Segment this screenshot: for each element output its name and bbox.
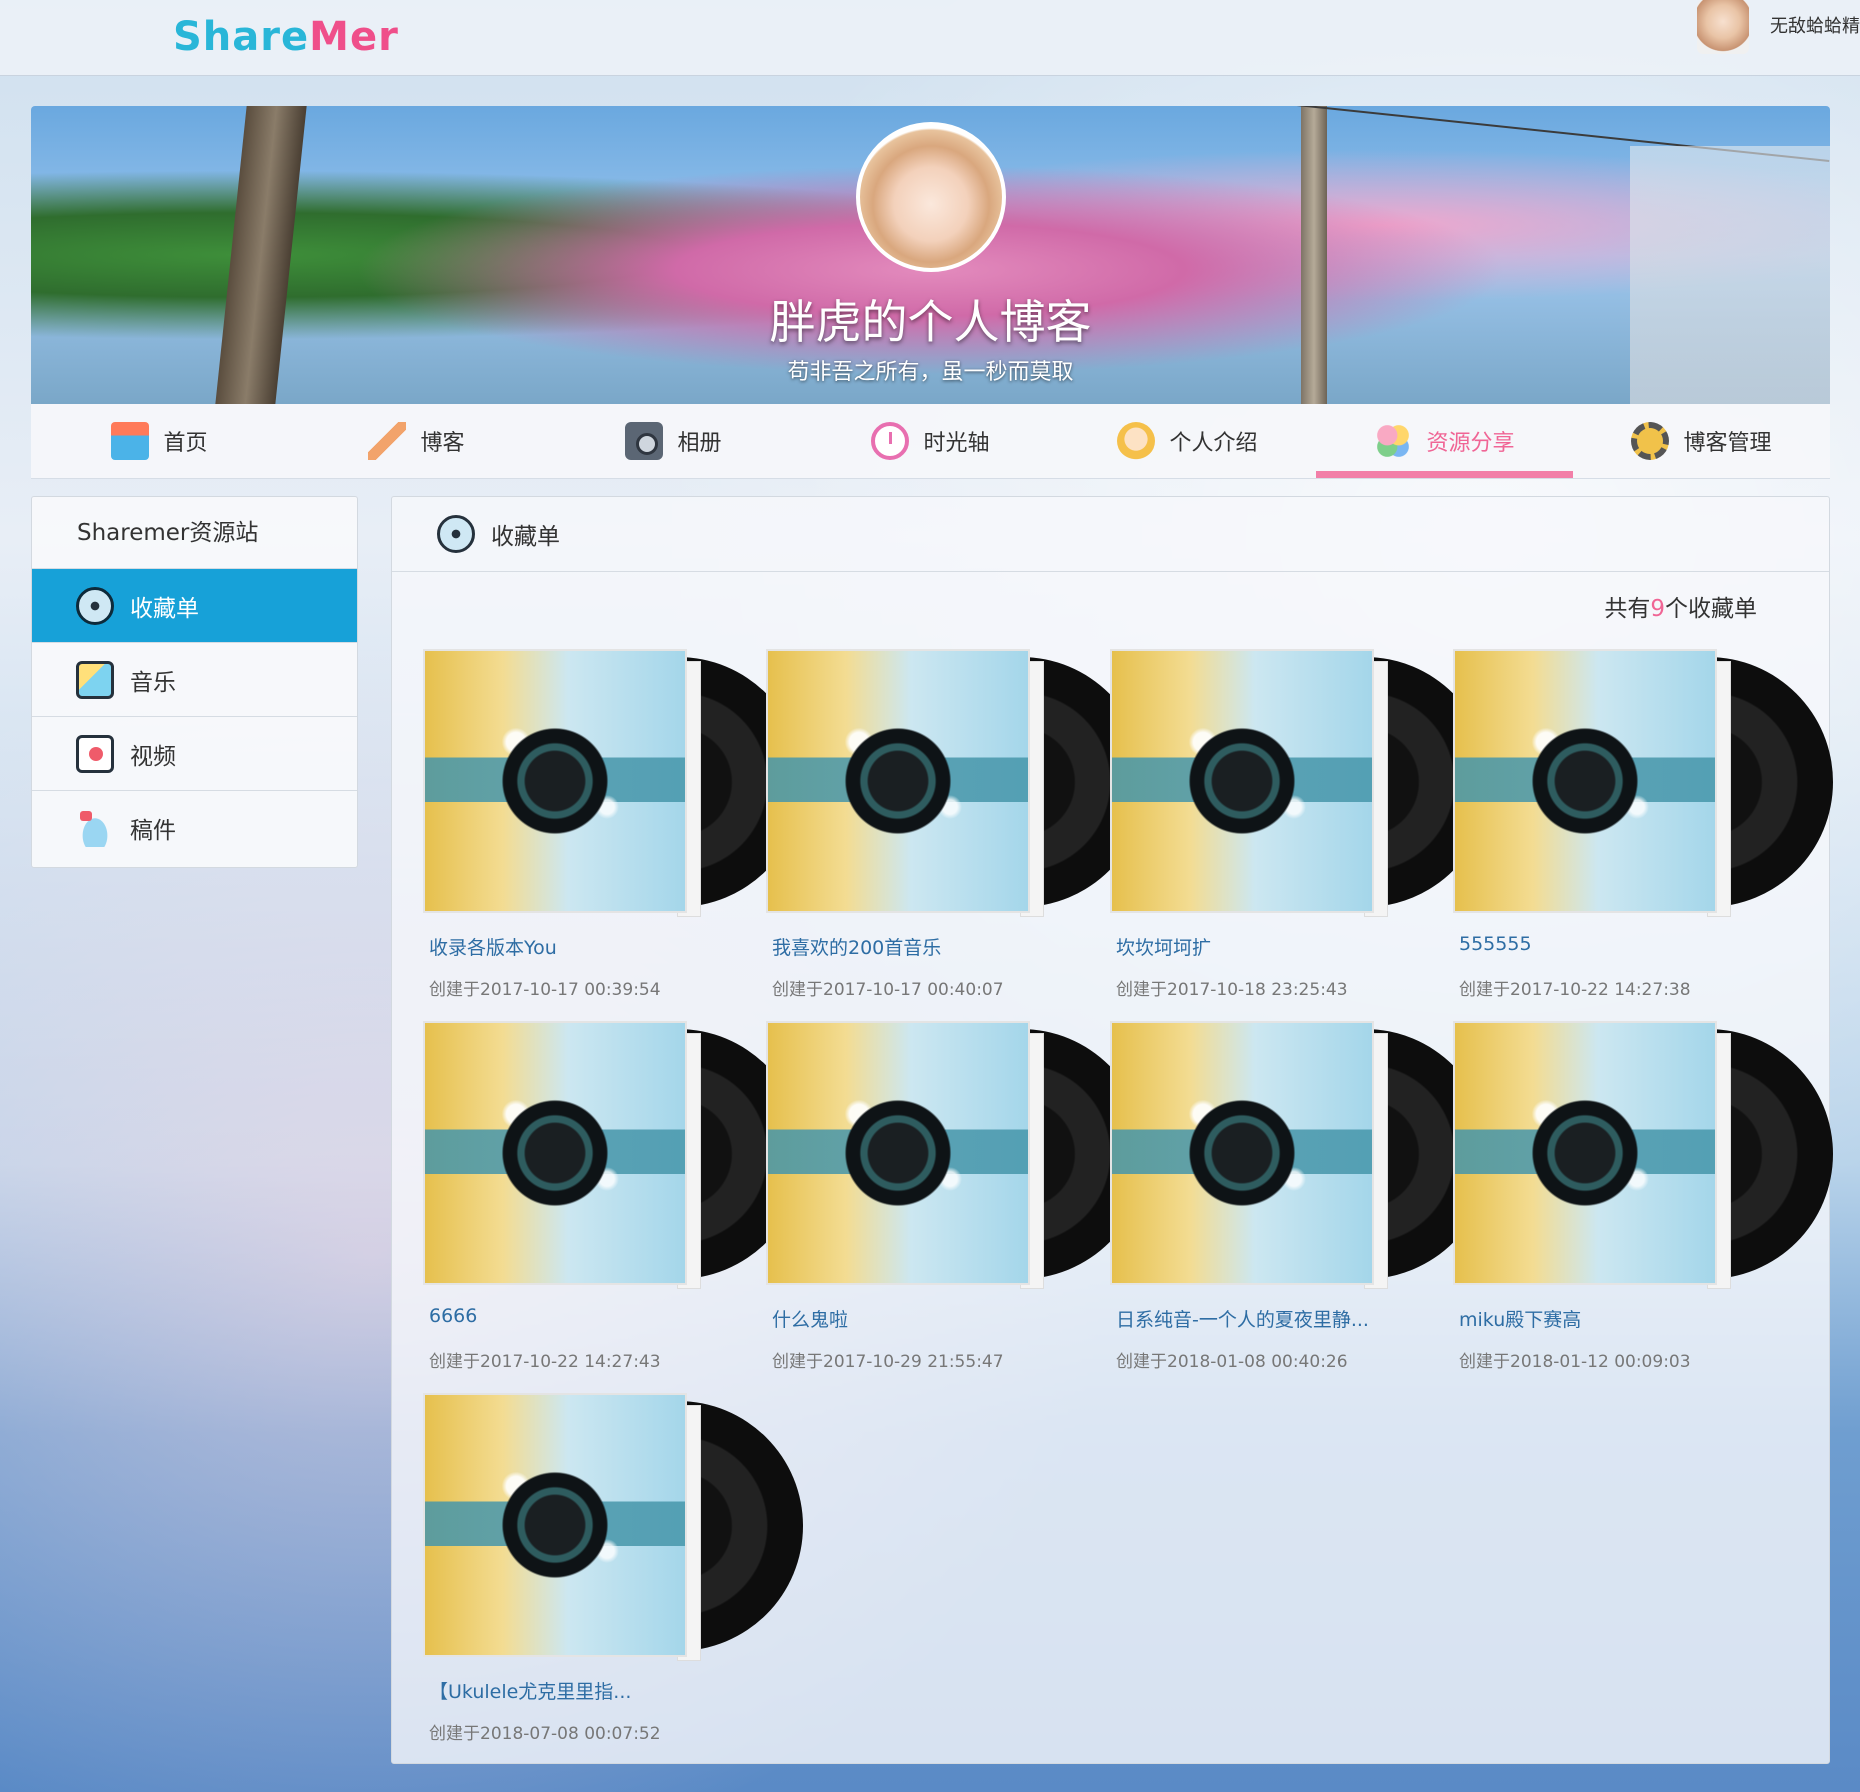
playlist-card[interactable]: 我喜欢的200首音乐 创建于2017-10-17 00:40:07 (766, 649, 1146, 1009)
playlist-card[interactable]: 555555 创建于2017-10-22 14:27:38 (1453, 649, 1833, 1009)
count-prefix: 共有 (1604, 596, 1651, 622)
sidebar-title: Sharemer资源站 (32, 497, 357, 569)
playlist-card[interactable]: 日系纯音-一个人的夏夜里静... 创建于2018-01-08 00:40:26 (1110, 1021, 1490, 1381)
feather-icon (368, 422, 407, 460)
music-icon (76, 660, 114, 699)
nav-item-resources[interactable]: 资源分享 (1316, 404, 1573, 478)
share-icon (1374, 422, 1413, 460)
playlist-title[interactable]: 555555 (1459, 933, 1532, 955)
blog-title: 胖虎的个人博客 (769, 295, 1092, 349)
playlist-title[interactable]: 【Ukulele尤克里里指... (429, 1677, 631, 1704)
playlist-title[interactable]: 收录各版本You (429, 933, 557, 960)
playlist-title[interactable]: miku殿下赛高 (1459, 1305, 1581, 1332)
user-avatar[interactable] (1697, 0, 1749, 54)
logo-text-share: Share (173, 14, 310, 60)
nav-item-label: 博客管理 (1683, 431, 1772, 456)
disc-icon (76, 586, 114, 625)
video-icon (76, 734, 114, 773)
nav-item-label: 个人介绍 (1169, 431, 1258, 456)
playlist-card[interactable]: miku殿下赛高 创建于2018-01-12 00:09:03 (1453, 1021, 1833, 1381)
nav-item-home[interactable]: 首页 (31, 404, 288, 478)
playlist-date: 创建于2018-01-12 00:09:03 (1459, 1352, 1691, 1372)
blog-motto: 苟非吾之所有，虽一秒而莫取 (787, 360, 1074, 385)
nav-item-about[interactable]: 个人介绍 (1059, 404, 1316, 478)
nav-item-timeline[interactable]: 时光轴 (802, 404, 1059, 478)
gear-icon (1631, 422, 1670, 460)
camera-icon (625, 422, 664, 460)
playlist-cover[interactable] (423, 1021, 687, 1285)
count-suffix: 个收藏单 (1665, 596, 1757, 622)
sidebar-item-video[interactable]: 视频 (32, 717, 357, 791)
nav-item-label: 时光轴 (923, 431, 990, 456)
nav-item-label: 首页 (163, 431, 208, 456)
playlist-date: 创建于2017-10-22 14:27:38 (1459, 980, 1691, 1000)
sidebar-item-label: 视频 (130, 743, 176, 770)
top-bar: ShareMer 无敌蛤蛤精 (0, 0, 1860, 76)
blog-banner: 胖虎的个人博客 苟非吾之所有，虽一秒而莫取 (31, 106, 1830, 404)
clock-icon (871, 422, 910, 460)
cloud-icon (76, 809, 114, 847)
nav-item-label: 博客 (420, 431, 465, 456)
nav-item-album[interactable]: 相册 (545, 404, 802, 478)
playlist-cover[interactable] (1453, 649, 1717, 913)
playlist-card[interactable]: 坎坎坷坷扩 创建于2017-10-18 23:25:43 (1110, 649, 1490, 1009)
site-logo[interactable]: ShareMer (173, 14, 399, 60)
playlist-cover[interactable] (423, 1393, 687, 1657)
user-name[interactable]: 无敌蛤蛤精 (1770, 12, 1860, 38)
playlist-date: 创建于2017-10-17 00:40:07 (772, 980, 1004, 1000)
playlist-card[interactable]: 【Ukulele尤克里里指... 创建于2018-07-08 00:07:52 (423, 1393, 803, 1753)
sidebar-item-label: 稿件 (130, 818, 176, 844)
nav-item-blog[interactable]: 博客 (288, 404, 545, 478)
playlist-card[interactable]: 什么鬼啦 创建于2017-10-29 21:55:47 (766, 1021, 1146, 1381)
sidebar-item-music[interactable]: 音乐 (32, 643, 357, 717)
logo-text-mer: Mer (309, 14, 399, 60)
main-nav: 首页 博客 相册 时光轴 个人介绍 资源分享 博客管理 (31, 404, 1830, 479)
playlist-card[interactable]: 6666 创建于2017-10-22 14:27:43 (423, 1021, 803, 1381)
disc-icon (437, 515, 475, 553)
playlist-cover[interactable] (423, 649, 687, 913)
playlist-title[interactable]: 什么鬼啦 (772, 1305, 848, 1332)
playlist-count: 共有9个收藏单 (1604, 589, 1757, 623)
nav-item-blog-admin[interactable]: 博客管理 (1573, 404, 1830, 478)
playlist-cover[interactable] (1110, 649, 1374, 913)
playlist-date: 创建于2017-10-18 23:25:43 (1116, 980, 1348, 1000)
count-number: 9 (1650, 596, 1665, 622)
blog-owner-avatar (856, 122, 1006, 272)
playlist-cover[interactable] (1453, 1021, 1717, 1285)
playlist-cover[interactable] (1110, 1021, 1374, 1285)
playlist-title[interactable]: 我喜欢的200首音乐 (772, 933, 941, 960)
playlist-title[interactable]: 坎坎坷坷扩 (1116, 933, 1211, 960)
sidebar-item-label: 收藏单 (130, 595, 199, 622)
playlist-title[interactable]: 6666 (429, 1305, 477, 1327)
nav-item-label: 相册 (677, 431, 722, 456)
playlist-date: 创建于2017-10-22 14:27:43 (429, 1352, 661, 1372)
playlist-date: 创建于2018-01-08 00:40:26 (1116, 1352, 1348, 1372)
playlist-card[interactable]: 收录各版本You 创建于2017-10-17 00:39:54 (423, 649, 803, 1009)
playlist-cover[interactable] (766, 649, 1030, 913)
person-icon (1117, 422, 1156, 460)
playlist-cover[interactable] (766, 1021, 1030, 1285)
playlist-panel: 收藏单 共有9个收藏单 收录各版本You 创建于2017-10-17 00:39… (391, 496, 1833, 1764)
sidebar-item-manuscripts[interactable]: 稿件 (32, 791, 357, 865)
sidebar-item-playlists[interactable]: 收藏单 (32, 569, 357, 643)
nav-item-label: 资源分享 (1426, 431, 1515, 456)
playlist-date: 创建于2017-10-17 00:39:54 (429, 980, 661, 1000)
sidebar-item-label: 音乐 (130, 669, 176, 696)
playlist-date: 创建于2017-10-29 21:55:47 (772, 1352, 1004, 1372)
playlist-date: 创建于2018-07-08 00:07:52 (429, 1724, 661, 1744)
panel-header: 收藏单 (392, 497, 1829, 572)
home-icon (111, 422, 150, 460)
playlist-title[interactable]: 日系纯音-一个人的夏夜里静... (1116, 1305, 1369, 1332)
panel-title: 收藏单 (491, 524, 560, 550)
resource-sidebar: Sharemer资源站 收藏单 音乐 视频 稿件 (31, 496, 358, 868)
